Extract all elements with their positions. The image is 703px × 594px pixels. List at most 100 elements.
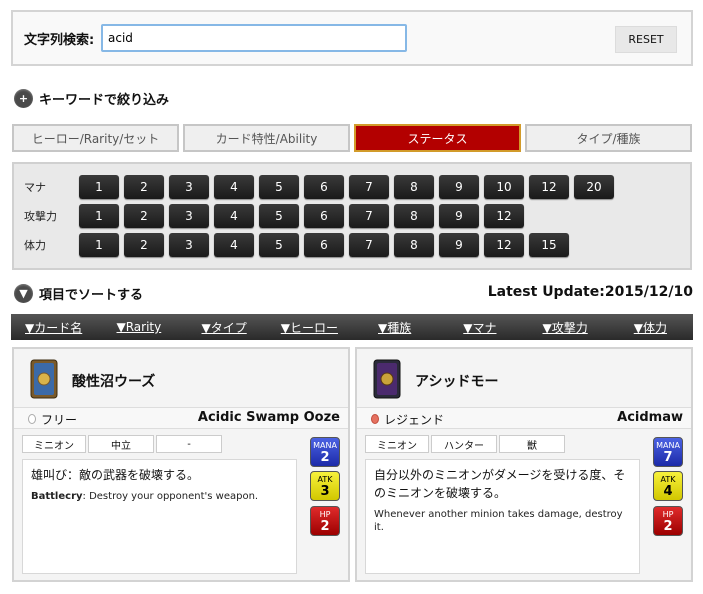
health-filter-button[interactable]: 6 (304, 233, 344, 257)
attack-filter-button[interactable]: 8 (394, 204, 434, 228)
row-label: マナ (24, 181, 46, 194)
health-filter-button[interactable]: 7 (349, 233, 389, 257)
rarity-gem-icon (371, 414, 379, 424)
card-text: 雄叫び：敵の武器を破壊する。 Battlecry: Destroy your o… (22, 459, 297, 574)
mana-filter-button[interactable]: 8 (394, 175, 434, 199)
attack-filter-button[interactable]: 2 (124, 204, 164, 228)
tab-status[interactable]: ステータス (354, 124, 521, 152)
health-filter-button[interactable]: 15 (529, 233, 569, 257)
mana-filter-button[interactable]: 3 (169, 175, 209, 199)
attack-label: ATK (660, 475, 676, 484)
mana-filter-button[interactable]: 4 (214, 175, 254, 199)
health-filter-button[interactable]: 5 (259, 233, 299, 257)
card-type: ミニオン (365, 435, 429, 453)
mana-filter-button[interactable]: 5 (259, 175, 299, 199)
attack-filter-button[interactable]: 7 (349, 204, 389, 228)
card-text-en: Whenever another minion takes damage, de… (374, 508, 631, 534)
mana-label: MANA (656, 441, 680, 450)
sort-type[interactable]: ▼タイプ (182, 314, 267, 340)
sort-attack[interactable]: ▼攻撃力 (523, 314, 608, 340)
mana-filter-button[interactable]: 2 (124, 175, 164, 199)
tab-type-tribe[interactable]: タイプ/種族 (525, 124, 692, 152)
mana-filter-button[interactable]: 9 (439, 175, 479, 199)
mana-filter-button[interactable]: 1 (79, 175, 119, 199)
card-text-en-body: Whenever another minion takes damage, de… (374, 509, 623, 533)
health-filter-row: 体力 1 2 3 4 5 6 7 8 9 12 15 (24, 233, 574, 257)
card-result[interactable]: アシッドモー レジェンド Acidmaw ミニオン ハンター 獣 自分以外のミニ… (355, 347, 693, 582)
status-filter-panel: マナ 1 2 3 4 5 6 7 8 9 10 12 20 攻撃力 1 2 3 … (12, 162, 692, 270)
attack-badge: ATK 4 (653, 471, 683, 501)
card-english-name: Acidmaw (617, 410, 683, 425)
tab-hero-rarity-set[interactable]: ヒーロー/Rarity/セット (12, 124, 179, 152)
health-filter-button[interactable]: 3 (169, 233, 209, 257)
health-value: 2 (320, 519, 330, 534)
keyword-filter-header[interactable]: + キーワードで絞り込み (14, 89, 169, 108)
row-label: 攻撃力 (24, 210, 57, 223)
card-hero: ハンター (431, 435, 497, 453)
mana-filter-button[interactable]: 10 (484, 175, 524, 199)
sort-card-name[interactable]: ▼カード名 (11, 314, 96, 340)
attack-filter-button[interactable]: 5 (259, 204, 299, 228)
attack-filter-button[interactable]: 4 (214, 204, 254, 228)
sort-health[interactable]: ▼体力 (608, 314, 693, 340)
keyword-filter-title: キーワードで絞り込み (39, 93, 170, 108)
sort-rarity[interactable]: ▼Rarity (96, 314, 181, 340)
attack-value: 4 (663, 484, 673, 499)
health-badge: HP 2 (653, 506, 683, 536)
card-rarity-line: フリー Acidic Swamp Ooze (14, 407, 348, 429)
card-rarity: レジェンド (384, 413, 445, 427)
rarity-gem-icon (28, 414, 36, 424)
attack-filter-button[interactable]: 12 (484, 204, 524, 228)
mana-filter-button[interactable]: 20 (574, 175, 614, 199)
card-text-jp: 自分以外のミニオンがダメージを受ける度、そのミニオンを破壊する。 (374, 468, 626, 500)
sort-header[interactable]: ▼ 項目でソートする (14, 284, 143, 303)
mana-filter-row: マナ 1 2 3 4 5 6 7 8 9 10 12 20 (24, 175, 619, 199)
search-label: 文字列検索: (24, 33, 95, 48)
card-back-icon (373, 359, 401, 399)
attack-value: 3 (320, 484, 330, 499)
card-text-jp: 雄叫び：敵の武器を破壊する。 (31, 468, 200, 482)
search-panel: 文字列検索: RESET (11, 10, 693, 66)
card-back-icon (30, 359, 58, 399)
attack-label: ATK (317, 475, 333, 484)
card-tribe: 獣 (499, 435, 565, 453)
latest-update: Latest Update:2015/12/10 (487, 284, 693, 300)
mana-filter-button[interactable]: 12 (529, 175, 569, 199)
health-value: 2 (663, 519, 673, 534)
keyword-battlecry: Battlecry (31, 491, 83, 502)
card-text-en: Battlecry: Destroy your opponent's weapo… (31, 490, 288, 503)
health-filter-button[interactable]: 2 (124, 233, 164, 257)
card-text-en-body: : Destroy your opponent's weapon. (82, 491, 259, 502)
sort-mana[interactable]: ▼マナ (437, 314, 522, 340)
card-rarity-line: レジェンド Acidmaw (357, 407, 691, 429)
sort-title: 項目でソートする (39, 288, 144, 303)
health-filter-button[interactable]: 4 (214, 233, 254, 257)
attack-filter-button[interactable]: 3 (169, 204, 209, 228)
reset-button[interactable]: RESET (615, 26, 677, 53)
attack-badge: ATK 3 (310, 471, 340, 501)
search-input[interactable] (101, 24, 407, 52)
sort-tribe[interactable]: ▼種族 (352, 314, 437, 340)
health-label: HP (662, 510, 674, 519)
attack-filter-button[interactable]: 9 (439, 204, 479, 228)
card-text: 自分以外のミニオンがダメージを受ける度、そのミニオンを破壊する。 Wheneve… (365, 459, 640, 574)
card-name: 酸性沼ウーズ (72, 374, 156, 390)
health-filter-button[interactable]: 9 (439, 233, 479, 257)
attack-filter-button[interactable]: 6 (304, 204, 344, 228)
mana-filter-button[interactable]: 6 (304, 175, 344, 199)
health-filter-button[interactable]: 8 (394, 233, 434, 257)
mana-label: MANA (313, 441, 337, 450)
health-filter-button[interactable]: 1 (79, 233, 119, 257)
mana-filter-button[interactable]: 7 (349, 175, 389, 199)
health-filter-button[interactable]: 12 (484, 233, 524, 257)
card-hero: 中立 (88, 435, 154, 453)
card-attributes: ミニオン 中立 - (22, 435, 222, 453)
sort-hero[interactable]: ▼ヒーロー (267, 314, 352, 340)
card-type: ミニオン (22, 435, 86, 453)
chevron-down-icon: ▼ (14, 284, 33, 303)
tab-card-ability[interactable]: カード特性/Ability (183, 124, 350, 152)
health-badge: HP 2 (310, 506, 340, 536)
mana-value: 2 (320, 450, 330, 465)
card-result[interactable]: 酸性沼ウーズ フリー Acidic Swamp Ooze ミニオン 中立 - 雄… (12, 347, 350, 582)
attack-filter-button[interactable]: 1 (79, 204, 119, 228)
